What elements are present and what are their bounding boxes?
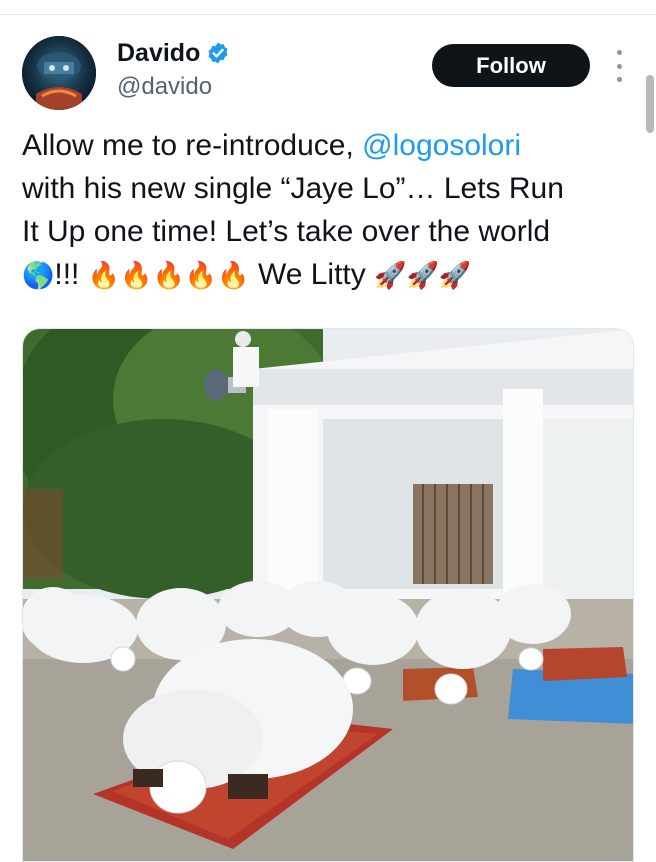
rocket-emoji-icon: 🚀🚀🚀 [374, 261, 472, 291]
verified-badge-icon [206, 41, 230, 65]
tweet-text-line3: It Up one time! Let’s take over the worl… [22, 215, 551, 248]
tweet-page: Davido @davido Follow Allow me to re-int… [0, 0, 656, 862]
photo-prayer-scene [23, 329, 633, 861]
tweet-text: Allow me to re-introduce, @logosolori wi… [22, 124, 632, 298]
globe-emoji-icon: 🌎 [22, 261, 55, 291]
mention-link[interactable]: @logosolori [362, 129, 521, 162]
exclamation-text: !!! [54, 258, 80, 291]
divider [0, 14, 656, 15]
avatar-image [22, 36, 96, 110]
tweet-media-photo[interactable] [22, 328, 634, 862]
follow-button[interactable]: Follow [432, 44, 590, 87]
author-name-row: Davido [117, 38, 230, 68]
author-handle[interactable]: @davido [117, 72, 212, 102]
more-vertical-icon[interactable] [611, 50, 627, 82]
tweet-text-line2: with his new single “Jaye Lo”… Lets Run [22, 172, 564, 205]
author-display-name[interactable]: Davido [117, 38, 200, 68]
avatar[interactable] [22, 36, 96, 110]
fire-emoji-icon: 🔥🔥🔥🔥🔥 [87, 261, 250, 291]
scrollbar[interactable] [646, 75, 654, 133]
we-litty-text: We Litty [249, 258, 375, 291]
tweet-text-line1: Allow me to re-introduce, [22, 129, 363, 162]
